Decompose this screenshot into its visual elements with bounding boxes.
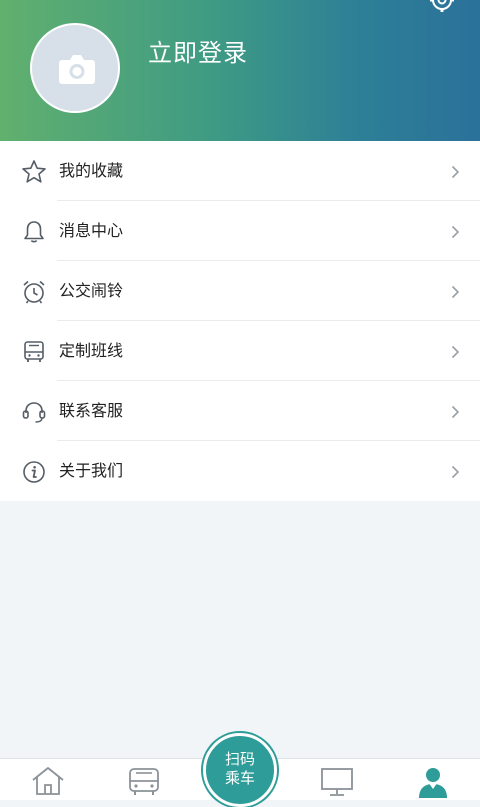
home-icon[interactable] xyxy=(30,766,66,796)
profile-header: 立即登录 xyxy=(0,0,480,141)
chevron-right-icon xyxy=(451,165,460,179)
chevron-right-icon xyxy=(451,465,460,479)
menu-item-favorites[interactable]: 我的收藏 xyxy=(0,141,480,201)
info-icon xyxy=(23,461,45,483)
chevron-right-icon xyxy=(451,345,460,359)
menu-item-messages[interactable]: 消息中心 xyxy=(0,201,480,261)
menu-item-custom-routes[interactable]: 定制班线 xyxy=(0,321,480,381)
camera-icon xyxy=(59,55,95,84)
scan-ride-label-line1: 扫码 xyxy=(224,750,255,768)
star-icon xyxy=(22,160,46,183)
bus-front-icon xyxy=(24,341,44,362)
menu-item-label: 我的收藏 xyxy=(59,161,124,180)
scan-ride-label-line2: 乘车 xyxy=(224,769,255,787)
bus-icon[interactable] xyxy=(126,766,162,796)
chevron-right-icon xyxy=(451,405,460,419)
chevron-right-icon xyxy=(451,225,460,239)
bell-icon xyxy=(24,221,44,243)
chevron-right-icon xyxy=(451,285,460,299)
scan-ride-button[interactable]: 扫码 乘车 xyxy=(203,733,277,807)
menu-item-customer-service[interactable]: 联系客服 xyxy=(0,381,480,441)
menu-item-label: 公交闹铃 xyxy=(59,281,124,300)
menu-list: 我的收藏 消息中心 公交闹铃 定制班线 联系客服 关于我们 xyxy=(0,141,480,501)
monitor-icon[interactable] xyxy=(319,766,355,796)
menu-item-label: 联系客服 xyxy=(59,401,124,420)
login-link[interactable]: 立即登录 xyxy=(148,33,248,68)
menu-item-label: 消息中心 xyxy=(59,221,124,240)
menu-item-label: 关于我们 xyxy=(59,461,124,480)
menu-item-label: 定制班线 xyxy=(59,341,124,360)
headset-icon xyxy=(22,402,46,423)
alarm-clock-icon xyxy=(23,280,45,304)
menu-item-bus-alarm[interactable]: 公交闹铃 xyxy=(0,261,480,321)
user-icon[interactable] xyxy=(416,766,450,798)
menu-item-about-us[interactable]: 关于我们 xyxy=(0,441,480,501)
avatar[interactable] xyxy=(30,23,120,113)
settings-gear-icon[interactable] xyxy=(428,0,456,14)
